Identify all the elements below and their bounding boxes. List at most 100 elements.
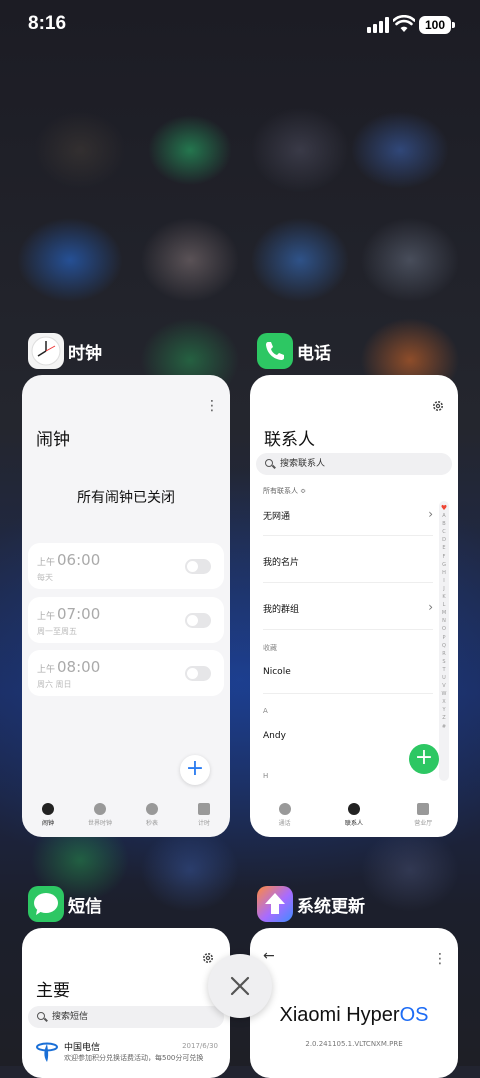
tab-label: 联系人 bbox=[344, 820, 363, 827]
index-letter[interactable]: P bbox=[442, 634, 445, 642]
row-label: 我的群组 bbox=[263, 605, 300, 615]
divider bbox=[263, 693, 433, 694]
clock-app-card[interactable]: ⋮ 闹钟 所有闹钟已关闭 上午 06:00 每天 上午 07:00 周一至周五 上午… bbox=[22, 375, 230, 837]
alarm-repeat: 周一至周五 bbox=[37, 627, 77, 636]
index-letter[interactable]: W bbox=[442, 690, 447, 698]
row-label: 无网通 bbox=[263, 512, 291, 522]
index-letter[interactable]: Z bbox=[442, 714, 445, 722]
more-options-icon[interactable]: ⋮ bbox=[433, 952, 447, 966]
chevron-right-icon: › bbox=[428, 507, 433, 521]
clear-all-button[interactable] bbox=[208, 954, 272, 1018]
contact-search-input[interactable]: 搜索联系人 bbox=[256, 453, 452, 475]
tab-label: 计时 bbox=[197, 820, 210, 827]
app-header-messages[interactable]: 短信 bbox=[28, 886, 102, 922]
alarm-time: 06:00 bbox=[57, 551, 101, 569]
alarm-item[interactable]: 上午 08:00 周六 周日 bbox=[28, 650, 224, 696]
alarm-repeat: 每天 bbox=[37, 573, 53, 582]
index-letter[interactable]: U bbox=[442, 674, 446, 682]
section-header-favorites: 收藏 bbox=[263, 644, 277, 652]
index-letter[interactable]: K bbox=[442, 593, 445, 601]
app-header-update[interactable]: 系统更新 bbox=[257, 886, 365, 922]
china-telecom-logo-icon bbox=[36, 1042, 58, 1062]
index-letter[interactable]: V bbox=[442, 682, 445, 690]
signal-icon bbox=[367, 17, 389, 33]
alarm-item[interactable]: 上午 06:00 每天 bbox=[28, 543, 224, 589]
section-header-a: A bbox=[263, 707, 268, 715]
alarm-repeat: 周六 周日 bbox=[37, 680, 72, 689]
message-date: 2017/6/30 bbox=[182, 1042, 218, 1050]
index-letter[interactable]: F bbox=[443, 553, 446, 561]
index-letter[interactable]: N bbox=[442, 617, 446, 625]
all-contacts-filter[interactable]: 所有联系人 ≎ bbox=[263, 486, 306, 496]
battery-icon: 100 bbox=[419, 16, 455, 34]
tab-store[interactable]: 营业厅 bbox=[398, 797, 448, 837]
contact-list-row[interactable]: 我的名片 bbox=[263, 555, 433, 568]
index-letter[interactable]: # bbox=[442, 723, 446, 731]
alarm-ampm: 上午 bbox=[37, 665, 56, 675]
alphabet-index-scroller[interactable]: ♥ A B C D E F G H I J K L M N O P Q R S T U V W X Y Z # bbox=[439, 501, 449, 781]
tab-stopwatch[interactable]: 秒表 bbox=[127, 797, 177, 837]
alarm-toggle[interactable] bbox=[185, 666, 211, 681]
os-version: 2.0.241105.1.VLTCNXM.PRE bbox=[305, 1040, 403, 1048]
more-options-icon[interactable]: ⋮ bbox=[205, 399, 219, 413]
search-icon bbox=[265, 459, 273, 467]
tab-calls[interactable]: 通话 bbox=[260, 797, 310, 837]
tab-label: 闹钟 bbox=[41, 820, 54, 827]
alarm-toggle[interactable] bbox=[185, 559, 211, 574]
message-list-item[interactable]: 中国电信 2017/6/30 欢迎参加积分兑换话费活动，每500分可兑换 bbox=[28, 1038, 224, 1078]
search-icon bbox=[37, 1012, 45, 1020]
search-placeholder: 搜索短信 bbox=[52, 1012, 89, 1022]
index-letter[interactable]: C bbox=[442, 528, 446, 536]
index-letter[interactable]: M bbox=[442, 609, 446, 617]
contact-list-row[interactable]: 我的群组 › bbox=[263, 600, 433, 615]
alarm-item[interactable]: 上午 07:00 周一至周五 bbox=[28, 597, 224, 643]
index-letter[interactable]: H bbox=[442, 569, 446, 577]
index-letter[interactable]: T bbox=[442, 666, 445, 674]
index-letter[interactable]: X bbox=[442, 698, 445, 706]
index-letter[interactable]: R bbox=[442, 650, 445, 658]
page-title: 主要 bbox=[36, 981, 70, 1001]
app-header-clock[interactable]: 时钟 bbox=[28, 333, 102, 369]
os-title-accent: OS bbox=[399, 1004, 429, 1026]
system-update-app-card[interactable]: ← ⋮ Xiaomi HyperOS 2.0.241105.1.VLTCNXM.… bbox=[250, 928, 458, 1078]
app-header-phone[interactable]: 电话 bbox=[257, 333, 331, 369]
index-letter[interactable]: S bbox=[442, 658, 445, 666]
contact-list-row[interactable]: 无网通 › bbox=[263, 507, 433, 522]
index-letter[interactable]: I bbox=[443, 577, 444, 585]
index-letter[interactable]: D bbox=[442, 536, 446, 544]
index-letter[interactable]: E bbox=[442, 544, 445, 552]
index-letter[interactable]: A bbox=[442, 512, 445, 520]
chevron-right-icon: › bbox=[428, 600, 433, 614]
os-title-main: Xiaomi Hyper bbox=[279, 1004, 400, 1026]
add-contact-button[interactable]: + bbox=[409, 744, 439, 774]
tab-world-clock[interactable]: 世界时钟 bbox=[75, 797, 125, 837]
contact-item[interactable]: Nicole bbox=[263, 667, 433, 677]
wifi-icon bbox=[393, 15, 415, 32]
page-title: 闹钟 bbox=[36, 430, 70, 450]
messages-app-card[interactable]: 主要 搜索短信 中国电信 2017/6/30 欢迎参加积分兑换话费活动，每500… bbox=[22, 928, 230, 1078]
index-letter[interactable]: L bbox=[443, 601, 446, 609]
tab-timer[interactable]: 计时 bbox=[179, 797, 229, 837]
person-icon bbox=[347, 803, 360, 815]
index-letter[interactable]: B bbox=[442, 520, 445, 528]
settings-gear-icon[interactable] bbox=[432, 400, 444, 412]
contact-item[interactable]: Andy bbox=[263, 731, 433, 741]
tab-alarm[interactable]: 闹钟 bbox=[23, 797, 73, 837]
index-letter[interactable]: J bbox=[443, 585, 444, 593]
alarm-toggle[interactable] bbox=[185, 613, 211, 628]
index-letter[interactable]: Q bbox=[442, 642, 446, 650]
index-letter[interactable]: O bbox=[442, 625, 446, 633]
message-search-input[interactable]: 搜索短信 bbox=[28, 1006, 224, 1028]
status-bar: 8:16 100 bbox=[0, 0, 480, 50]
close-icon bbox=[230, 976, 250, 996]
index-letter[interactable]: G bbox=[442, 561, 446, 569]
add-alarm-button[interactable]: + bbox=[180, 755, 210, 785]
tab-contacts[interactable]: 联系人 bbox=[329, 797, 379, 837]
tab-label: 秒表 bbox=[145, 820, 158, 827]
phone-app-card[interactable]: 联系人 搜索联系人 所有联系人 ≎ 无网通 › 我的名片 我的群组 › 收藏 Nic… bbox=[250, 375, 458, 837]
divider bbox=[263, 535, 433, 536]
clock-tab-bar: 闹钟 世界时钟 秒表 计时 bbox=[22, 797, 230, 837]
index-letter[interactable]: Y bbox=[442, 706, 445, 714]
phone-app-icon bbox=[257, 333, 293, 369]
row-label: 我的名片 bbox=[263, 558, 300, 568]
